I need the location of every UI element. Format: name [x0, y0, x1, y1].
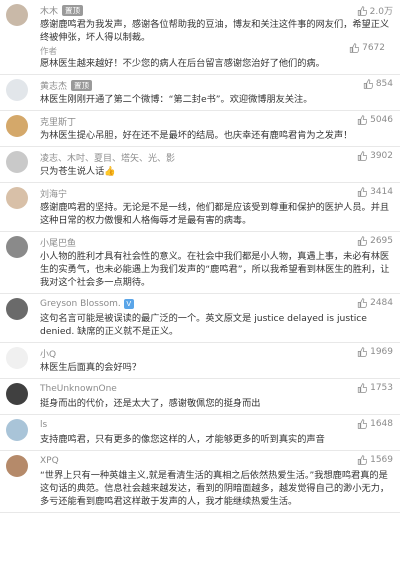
comment-text: 这句名言可能是被误读的最广泛的一个。英文原文是 justice delayed …	[40, 313, 367, 337]
comment-item: 黄志杰 置顶 854 林医生刚刚开通了第二个微博：“第二封e书”。欢迎微博朋友关注。	[0, 75, 400, 111]
pinned-badge: 置顶	[71, 79, 93, 91]
comment-item: 小尾巴鱼 2695 小人物的胜利才具有社会性的意义。在社会中我们都是小人物，真遇上事…	[0, 232, 400, 294]
comment-item: 小Q 1969 林医生后面真的会好吗？	[0, 343, 400, 379]
comment-item: ls 1648 支持鹿鸣君，只有更多的像您这样的人，才能够更多的听到真实的声音	[0, 415, 400, 451]
comment-text: 小人物的胜利才具有社会性的意义。在社会中我们都是小人物，真遇上事，未必有林医生的…	[40, 251, 390, 288]
avatar[interactable]	[6, 455, 28, 477]
like-button[interactable]: 2.0万	[357, 4, 393, 17]
comment-author[interactable]: 克里斯丁	[40, 115, 76, 128]
comment-author[interactable]: 木木	[40, 4, 58, 17]
comment-author[interactable]: 凌志、木吋、夏目、塔矢、光、影	[40, 151, 175, 164]
avatar[interactable]	[6, 236, 28, 258]
like-button[interactable]: 1569	[357, 455, 393, 465]
comment-item: Greyson Blossom. V 2484 这句名言可能是被误读的最广泛的一个。英…	[0, 294, 400, 343]
like-count: 2.0万	[369, 7, 393, 17]
comment-text: 只为苍生说人话👍	[40, 166, 116, 177]
comment-text: 感谢鹿鸣君的坚持。无论是不是一线，他们都是应该受到尊重和保护的医护人员。并且这种…	[40, 202, 390, 226]
thumb-up-icon	[357, 419, 368, 429]
comment-author[interactable]: XPQ	[40, 456, 59, 466]
comment-author[interactable]: Greyson Blossom.	[40, 299, 121, 309]
like-count: 3414	[370, 187, 393, 197]
comment-author[interactable]: TheUnknownOne	[40, 384, 117, 394]
thumb-up-icon	[357, 298, 368, 308]
comment-author[interactable]: ls	[40, 420, 47, 430]
author-reply-text: 愿林医生越来越好！不少您的病人在后台留言感谢您治好了他们的病。	[40, 58, 325, 69]
thumb-up-icon	[357, 347, 368, 357]
avatar[interactable]	[6, 4, 28, 26]
like-button[interactable]: 854	[363, 79, 393, 89]
like-count: 2695	[370, 236, 393, 246]
like-count: 1969	[370, 347, 393, 357]
avatar[interactable]	[6, 383, 28, 405]
comment-author[interactable]: 小Q	[40, 347, 56, 360]
comment-author[interactable]: 小尾巴鱼	[40, 236, 76, 249]
avatar[interactable]	[6, 347, 28, 369]
like-button[interactable]: 1969	[357, 347, 393, 357]
like-count: 1648	[370, 419, 393, 429]
reply-like-count: 7672	[362, 43, 385, 53]
avatar[interactable]	[6, 187, 28, 209]
avatar[interactable]	[6, 115, 28, 137]
thumb-up-icon	[357, 115, 368, 125]
comment-item: 克里斯丁 5046 为林医生提心吊胆，好在还不是最坏的结局。也庆幸还有鹿鸣君肯为之发…	[0, 111, 400, 147]
thumb-up-icon	[357, 151, 368, 161]
like-count: 1569	[370, 455, 393, 465]
comment-list: 木木 置顶 2.0万 感谢鹿鸣君为我发声，感谢各位帮助我的豆油，博友和关注这件事的网友…	[0, 0, 400, 513]
thumb-up-icon	[357, 187, 368, 197]
avatar[interactable]	[6, 298, 28, 320]
reply-like-button[interactable]: 7672	[349, 43, 385, 53]
comment-item: 木木 置顶 2.0万感谢鹿鸣君为我发声，感谢各位帮助我的豆油，博友和关注这件事的网友…	[0, 0, 400, 75]
avatar[interactable]	[6, 79, 28, 101]
thumb-up-icon	[357, 383, 368, 393]
thumb-up-icon	[357, 5, 367, 16]
comment-item: TheUnknownOne 1753 挺身而出的代价，还是太大了，感谢敬佩您的挺身而…	[0, 379, 400, 415]
comment-item: XPQ 1569 “世界上只有一种英雄主义,就是看清生活的真相之后依然热爱生活。”我…	[0, 451, 400, 513]
author-tag: 作者	[40, 47, 58, 57]
thumb-up-icon	[349, 43, 360, 53]
like-button[interactable]: 1753	[357, 383, 393, 393]
comment-text: “世界上只有一种英雄主义,就是看清生活的真相之后依然热爱生活。”我想鹿鸣君真的是…	[40, 470, 390, 507]
like-button[interactable]: 2695	[357, 236, 393, 246]
like-button[interactable]: 2484	[357, 298, 393, 308]
comment-text: 感谢鹿鸣君为我发声，感谢各位帮助我的豆油，博友和关注这件事的网友们，希望正义终被…	[40, 19, 390, 43]
comment-text: 为林医生提心吊胆，好在还不是最坏的结局。也庆幸还有鹿鸣君肯为之发声！	[40, 130, 353, 141]
avatar[interactable]	[6, 419, 28, 441]
comment-text: 林医生后面真的会好吗？	[40, 362, 142, 373]
like-count: 3902	[370, 151, 393, 161]
like-button[interactable]: 3414	[357, 187, 393, 197]
like-count: 854	[375, 79, 393, 89]
comment-author[interactable]: 刘海宁	[40, 187, 67, 200]
comment-author[interactable]: 黄志杰	[40, 79, 67, 92]
like-count: 2484	[370, 298, 393, 308]
comment-item: 凌志、木吋、夏目、塔矢、光、影 3902 只为苍生说人话👍	[0, 147, 400, 183]
like-button[interactable]: 1648	[357, 419, 393, 429]
comment-item: 刘海宁 3414 感谢鹿鸣君的坚持。无论是不是一线，他们都是应该受到尊重和保护的医护…	[0, 183, 400, 232]
thumb-up-icon	[357, 455, 368, 465]
thumb-up-icon	[357, 236, 368, 246]
avatar[interactable]	[6, 151, 28, 173]
verified-icon: V	[123, 299, 134, 309]
comment-text: 挺身而出的代价，还是太大了，感谢敬佩您的挺身而出	[40, 398, 261, 409]
like-button[interactable]: 5046	[357, 115, 393, 125]
like-count: 1753	[370, 383, 393, 393]
like-count: 5046	[370, 115, 393, 125]
comment-text: 支持鹿鸣君，只有更多的像您这样的人，才能够更多的听到真实的声音	[40, 434, 325, 445]
thumb-up-icon	[363, 79, 373, 89]
pinned-badge: 置顶	[62, 4, 84, 16]
comment-text: 林医生刚刚开通了第二个微博：“第二封e书”。欢迎微博朋友关注。	[40, 94, 313, 105]
like-button[interactable]: 3902	[357, 151, 393, 161]
